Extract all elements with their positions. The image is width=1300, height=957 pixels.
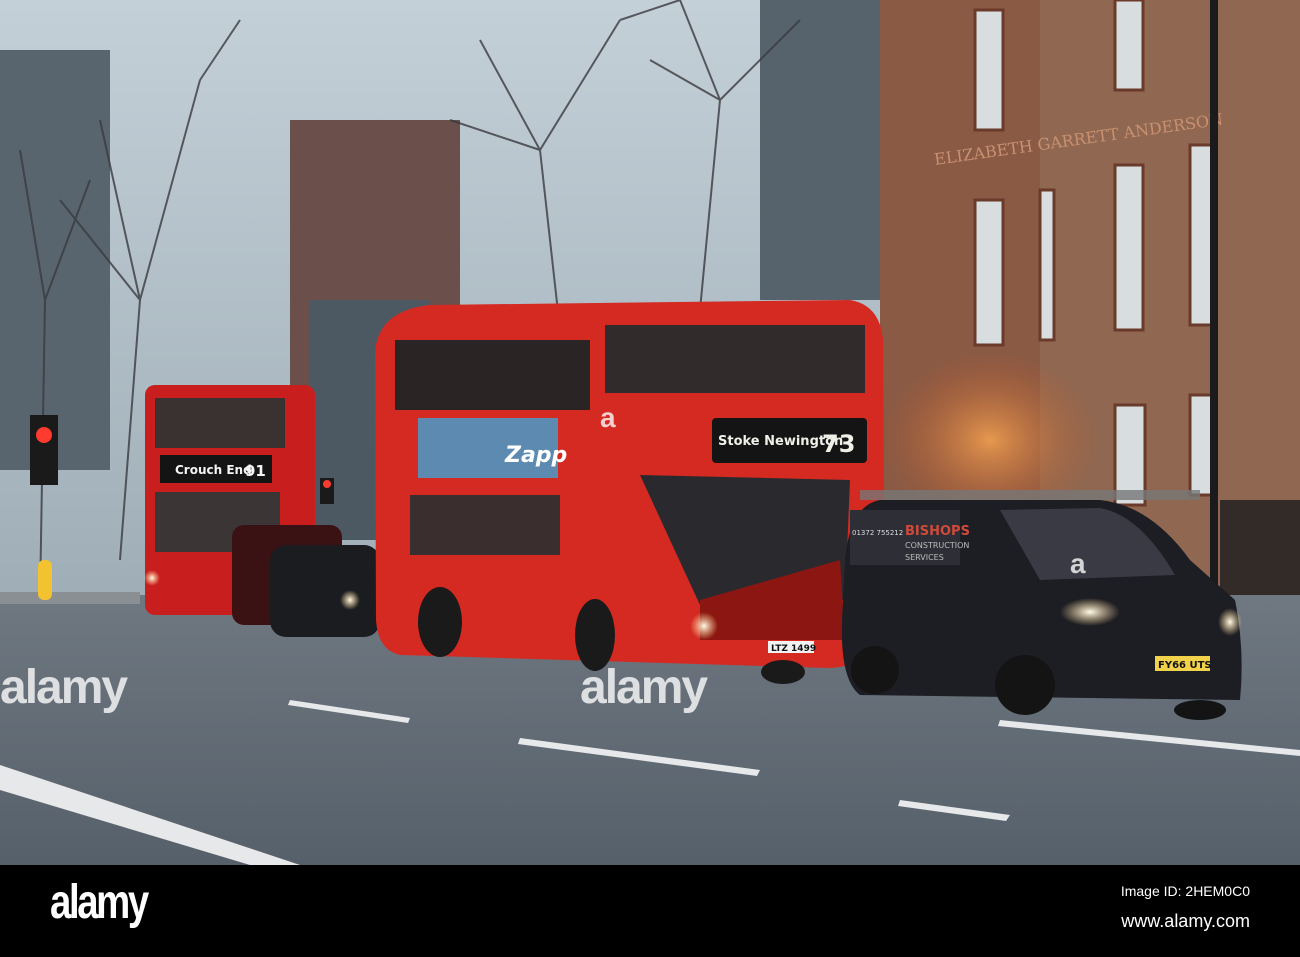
image-id: Image ID: 2HEM0C0 [1120, 883, 1250, 899]
watermark-left: alamy [0, 661, 128, 714]
van-phone: 01372 755212 [852, 529, 903, 537]
traffic-light [30, 415, 58, 485]
watermark-mark: a [600, 402, 616, 433]
van-services: SERVICES [905, 553, 944, 562]
bus-91-route: 91 [245, 462, 266, 480]
street-photo: ELIZABETH GARRETT ANDERSON Crouch End 91… [0, 0, 1300, 865]
alamy-logo: alamy [50, 876, 149, 929]
bus-73-plate: LTZ 1499 [771, 644, 816, 654]
van-subtitle: CONSTRUCTION [905, 541, 969, 550]
railings [1220, 500, 1300, 610]
bus-73: Zapp Stoke Newington 73 LTZ 1499 [375, 300, 885, 684]
bus-91-destination: Crouch End [175, 463, 252, 477]
car-black [270, 545, 380, 637]
tower-left [0, 50, 110, 470]
van-plate: FY66 UTS [1158, 660, 1212, 671]
bus-advert-text: Zapp [504, 443, 567, 468]
bollard [38, 560, 52, 600]
website-link[interactable]: www.alamy.com [1121, 911, 1250, 932]
footer-bar: alamy Image ID: 2HEM0C0 www.alamy.com [0, 865, 1300, 957]
bus-73-route: 73 [822, 430, 855, 458]
lamp-post [1210, 0, 1218, 610]
watermark-center: alamy [580, 661, 708, 714]
van-brand: BISHOPS [905, 524, 970, 539]
watermark-mark-2: a [1070, 548, 1086, 579]
